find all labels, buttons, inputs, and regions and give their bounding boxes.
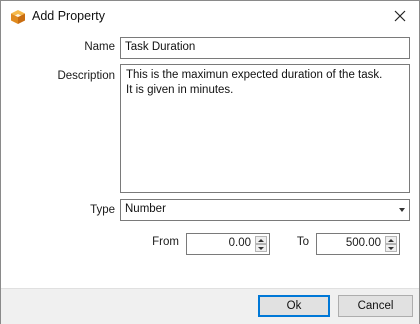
- from-increment-button[interactable]: [255, 236, 267, 244]
- arrow-up-icon: [258, 238, 264, 242]
- to-decrement-button[interactable]: [385, 244, 397, 252]
- dialog-footer: Ok Cancel: [1, 288, 419, 324]
- title-bar: Add Property: [1, 1, 419, 32]
- from-spin-buttons: [255, 236, 267, 252]
- type-dropdown[interactable]: Number: [120, 199, 410, 221]
- cube-icon: [11, 10, 25, 24]
- to-value: 500.00: [345, 237, 381, 249]
- cancel-button[interactable]: Cancel: [338, 295, 413, 317]
- from-value: 0.00: [228, 237, 251, 249]
- name-label: Name: [84, 41, 115, 53]
- to-stepper[interactable]: 500.00: [316, 233, 400, 255]
- arrow-down-icon: [388, 246, 394, 250]
- name-field[interactable]: Task Duration: [120, 37, 410, 59]
- from-label: From: [152, 236, 179, 248]
- from-decrement-button[interactable]: [255, 244, 267, 252]
- to-spin-buttons: [385, 236, 397, 252]
- chevron-down-icon: [399, 208, 405, 212]
- close-button[interactable]: [387, 4, 413, 28]
- description-label: Description: [57, 70, 115, 82]
- type-selected-value: Number: [125, 203, 166, 215]
- close-icon: [394, 10, 406, 22]
- dialog-content: Name Task Duration Description This is t…: [1, 32, 419, 288]
- add-property-dialog: Add Property Name Task Duration Descript…: [0, 0, 420, 324]
- from-stepper[interactable]: 0.00: [186, 233, 270, 255]
- to-increment-button[interactable]: [385, 236, 397, 244]
- dialog-title: Add Property: [32, 9, 105, 23]
- type-label: Type: [90, 204, 115, 216]
- arrow-down-icon: [258, 246, 264, 250]
- to-label: To: [296, 236, 309, 248]
- ok-button[interactable]: Ok: [258, 295, 330, 317]
- arrow-up-icon: [388, 238, 394, 242]
- description-field[interactable]: This is the maximun expected duration of…: [120, 64, 410, 193]
